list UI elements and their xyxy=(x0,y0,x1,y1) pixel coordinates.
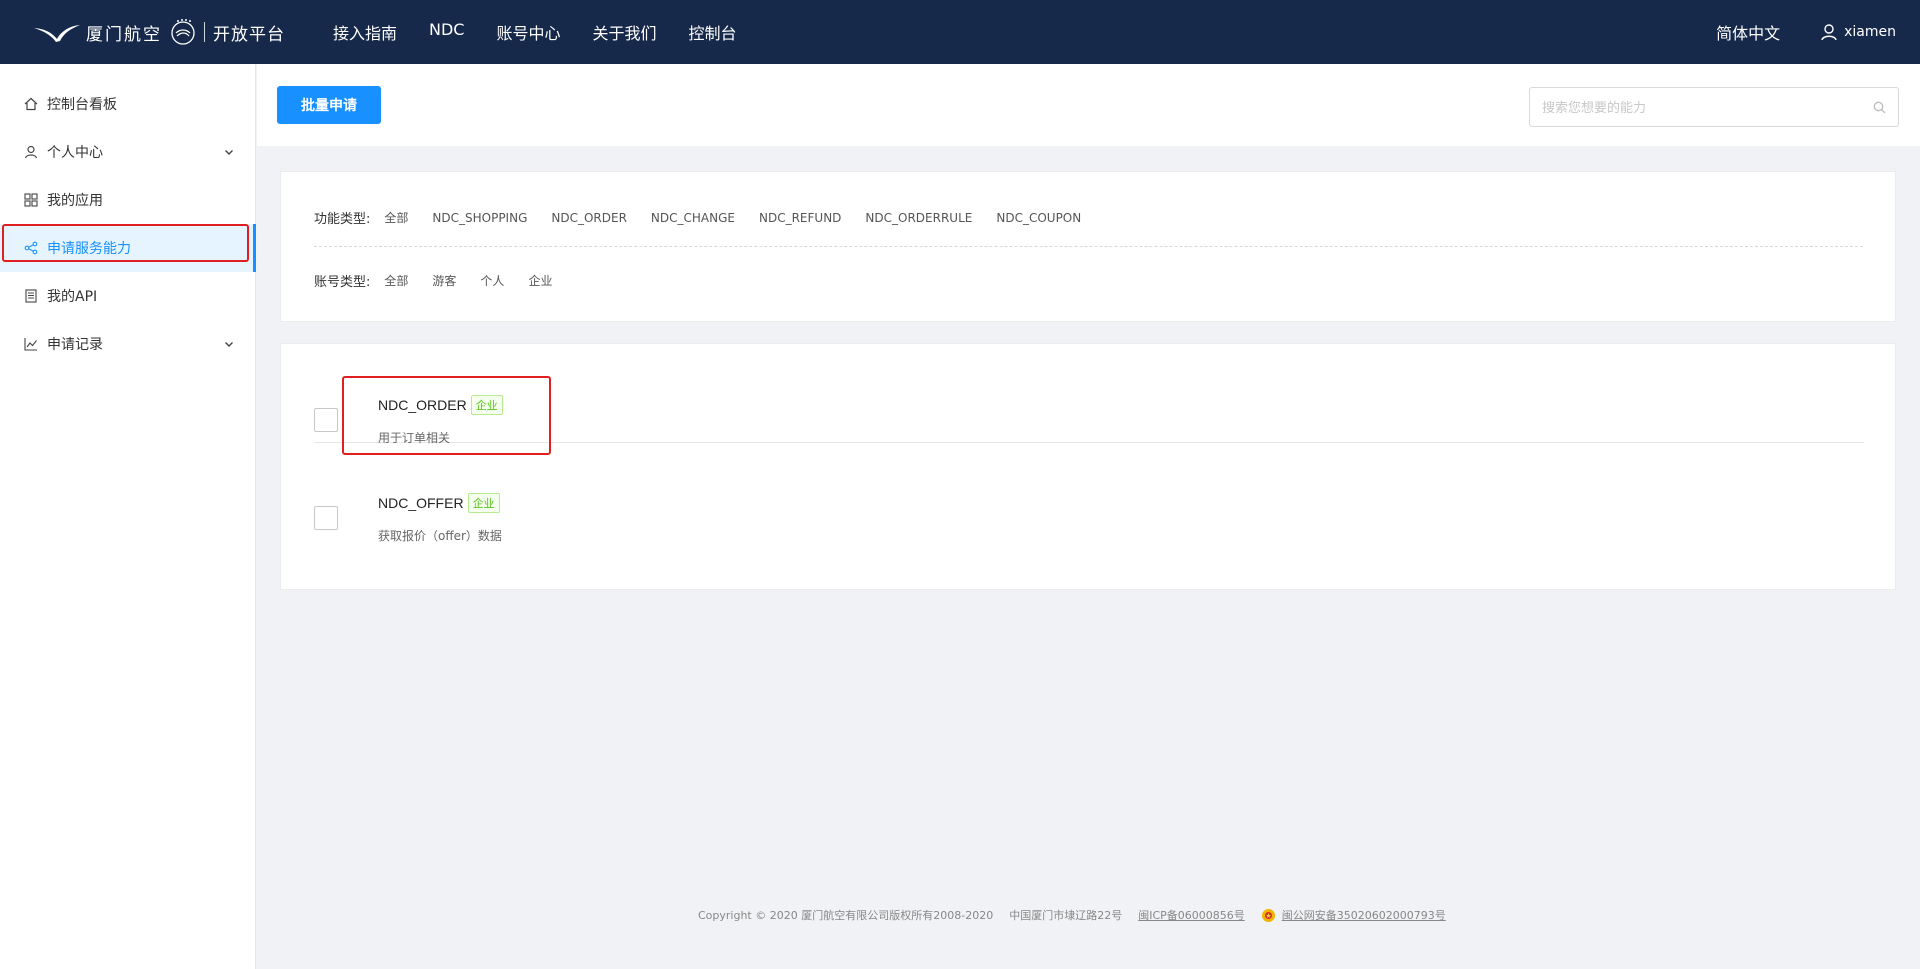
list-item: NDC_ORDER 企业 用于订单相关 xyxy=(314,345,1864,445)
sidebar-item-label: 控制台看板 xyxy=(47,97,117,113)
emblem-icon xyxy=(171,19,195,45)
top-nav: 接入指南 NDC 账号中心 关于我们 控制台 xyxy=(333,20,769,44)
nav-account[interactable]: 账号中心 xyxy=(496,20,560,44)
share-icon xyxy=(24,241,38,255)
sidebar-item-label: 我的API xyxy=(47,289,98,305)
filter-option[interactable]: NDC_SHOPPING xyxy=(432,211,527,225)
filter-option[interactable]: NDC_CHANGE xyxy=(651,211,735,225)
batch-apply-button[interactable]: 批量申请 xyxy=(277,86,381,124)
filter-option[interactable]: 企业 xyxy=(528,272,552,289)
platform-title: 开放平台 xyxy=(213,24,285,45)
item-title-row: NDC_OFFER 企业 xyxy=(378,493,500,513)
nav-about[interactable]: 关于我们 xyxy=(593,20,657,44)
filter-option[interactable]: NDC_ORDER xyxy=(551,211,627,225)
filter-option[interactable]: 个人 xyxy=(480,272,504,289)
capability-description: 获取报价（offer）数据 xyxy=(378,529,502,543)
list-item: NDC_OFFER 企业 获取报价（offer）数据 xyxy=(314,444,1864,543)
search-input[interactable] xyxy=(1530,88,1850,126)
filter-option[interactable]: 全部 xyxy=(384,209,408,226)
nav-console[interactable]: 控制台 xyxy=(689,20,737,44)
logo[interactable]: 厦门航空 开放平台 xyxy=(32,17,285,47)
egret-logo-icon xyxy=(34,25,80,42)
sidebar-item-dashboard[interactable]: 控制台看板 xyxy=(0,80,255,128)
select-checkbox[interactable] xyxy=(314,506,338,530)
sidebar: 控制台看板 个人中心 我的应用 申请服务能力 我的API 申请记录 xyxy=(0,64,256,969)
sidebar-item-apply-service[interactable]: 申请服务能力 xyxy=(0,224,256,272)
sidebar-item-label: 申请服务能力 xyxy=(47,241,131,257)
logo-divider xyxy=(204,22,205,42)
user-menu[interactable]: xiamen xyxy=(1820,23,1896,41)
sidebar-item-label: 个人中心 xyxy=(47,145,103,161)
sidebar-item-label: 申请记录 xyxy=(47,337,103,353)
language-switch[interactable]: 简体中文 xyxy=(1716,20,1780,44)
filter-option[interactable]: NDC_REFUND xyxy=(759,211,841,225)
enterprise-tag: 企业 xyxy=(470,395,503,415)
function-type-filter: 功能类型: 全部 NDC_SHOPPING NDC_ORDER NDC_CHAN… xyxy=(314,208,1105,228)
filter-option[interactable]: NDC_COUPON xyxy=(996,211,1081,225)
icp-link[interactable]: 闽ICP备06000856号 xyxy=(1138,907,1245,923)
toolbar: 批量申请 xyxy=(257,64,1920,146)
capability-name[interactable]: NDC_OFFER xyxy=(378,495,464,511)
search-box xyxy=(1529,87,1899,127)
capability-list: NDC_ORDER 企业 用于订单相关 NDC_OFFER 企业 获取报价（of… xyxy=(280,343,1896,590)
chevron-down-icon xyxy=(225,150,233,155)
sidebar-item-label: 我的应用 xyxy=(47,193,103,209)
chevron-down-icon xyxy=(225,342,233,347)
apps-grid-icon xyxy=(24,193,38,207)
sidebar-item-my-apps[interactable]: 我的应用 xyxy=(0,176,255,224)
nav-ndc[interactable]: NDC xyxy=(429,20,464,44)
item-title-row: NDC_ORDER 企业 xyxy=(378,395,503,415)
filter-option[interactable]: 游客 xyxy=(432,272,456,289)
logo-text: 厦门航空 xyxy=(86,24,162,45)
copyright-text: Copyright © 2020 厦门航空有限公司版权所有2008-2020 xyxy=(698,909,994,922)
filter-divider xyxy=(314,246,1863,247)
enterprise-tag: 企业 xyxy=(467,493,500,513)
filter-option[interactable]: 全部 xyxy=(384,272,408,289)
filter-option[interactable]: NDC_ORDERRULE xyxy=(865,211,972,225)
capability-name[interactable]: NDC_ORDER xyxy=(378,397,467,413)
home-icon xyxy=(24,97,38,111)
account-type-filter: 账号类型: 全部 游客 个人 企业 xyxy=(314,271,576,290)
user-icon xyxy=(1821,24,1837,41)
username: xiamen xyxy=(1844,24,1896,40)
address-text: 中国厦门市埭辽路22号 xyxy=(1009,909,1123,922)
select-checkbox[interactable] xyxy=(314,408,338,432)
filter-label: 账号类型: xyxy=(314,275,371,290)
header-right: 简体中文 xiamen xyxy=(1716,0,1920,64)
police-badge-icon xyxy=(1261,908,1275,922)
search-icon[interactable] xyxy=(1873,101,1886,114)
footer: Copyright © 2020 厦门航空有限公司版权所有2008-2020 中… xyxy=(698,907,1462,923)
nav-guide[interactable]: 接入指南 xyxy=(333,20,397,44)
chart-line-icon xyxy=(24,338,37,351)
sidebar-item-apply-records[interactable]: 申请记录 xyxy=(0,320,255,368)
filter-label: 功能类型: xyxy=(314,212,371,227)
top-navbar: 厦门航空 开放平台 接入指南 NDC 账号中心 关于我们 控制台 简体中文 xi… xyxy=(0,0,1920,64)
sidebar-item-my-api[interactable]: 我的API xyxy=(0,272,255,320)
police-record-link[interactable]: 闽公网安备35020602000793号 xyxy=(1282,907,1446,923)
document-icon xyxy=(25,289,37,303)
filter-panel: 功能类型: 全部 NDC_SHOPPING NDC_ORDER NDC_CHAN… xyxy=(280,171,1896,322)
user-icon xyxy=(24,145,38,159)
sidebar-item-personal-center[interactable]: 个人中心 xyxy=(0,128,255,176)
